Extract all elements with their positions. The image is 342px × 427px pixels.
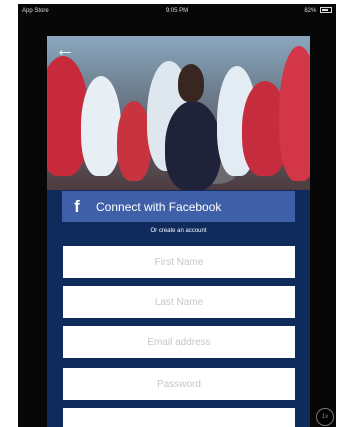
next-field-partial[interactable]	[63, 408, 295, 427]
create-account-divider: Or create an account	[150, 228, 207, 234]
signup-panel: ← f Connect with Facebook Or create an a…	[47, 36, 310, 427]
photo-figure	[81, 76, 121, 176]
status-battery: 82%	[304, 4, 332, 18]
photo-figure-head	[178, 64, 204, 102]
first-name-field[interactable]: First Name	[63, 246, 295, 278]
password-placeholder: Password	[157, 378, 201, 390]
device-screen: App Store 9:05 PM 82% ← f Connect with F…	[18, 4, 336, 427]
password-field[interactable]: Password	[63, 368, 295, 400]
photo-figure	[279, 46, 310, 181]
status-bar: App Store 9:05 PM 82%	[18, 4, 336, 18]
facebook-icon: f	[74, 196, 80, 216]
email-placeholder: Email address	[147, 336, 211, 348]
status-time: 9:05 PM	[165, 8, 189, 14]
zoom-badge[interactable]: 1x	[316, 408, 334, 426]
hero-photo: ←	[47, 36, 310, 190]
battery-percent: 82%	[304, 8, 317, 14]
first-name-placeholder: First Name	[154, 256, 204, 268]
photo-figure	[117, 101, 151, 181]
connect-facebook-button[interactable]: f Connect with Facebook	[62, 191, 295, 222]
last-name-field[interactable]: Last Name	[63, 286, 295, 318]
last-name-placeholder: Last Name	[154, 296, 204, 308]
battery-icon	[320, 7, 332, 14]
back-arrow-icon[interactable]: ←	[55, 40, 75, 60]
photo-figure-center	[165, 101, 221, 190]
email-field[interactable]: Email address	[63, 326, 295, 358]
connect-facebook-label: Connect with Facebook	[96, 199, 222, 214]
